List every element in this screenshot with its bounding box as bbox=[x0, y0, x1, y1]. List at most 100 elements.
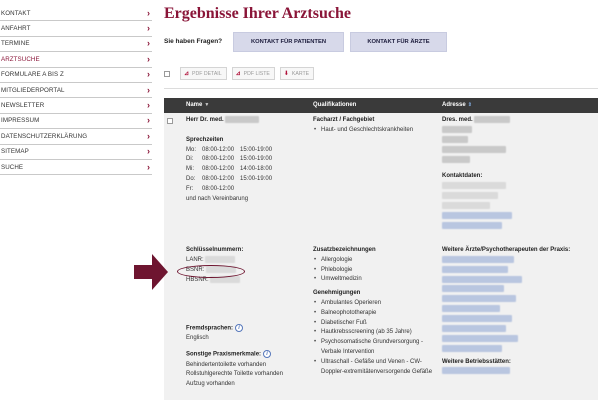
redacted-link[interactable] bbox=[442, 344, 502, 352]
redacted-link[interactable] bbox=[442, 305, 500, 313]
column-header-adresse[interactable]: Adresse ⇕ bbox=[442, 102, 472, 108]
sidebar-item-suche[interactable]: SUCHE › bbox=[0, 160, 152, 176]
sidebar-item-impressum[interactable]: IMPRESSUM › bbox=[0, 114, 152, 130]
schluessel-label: Schlüsselnummern: bbox=[186, 247, 244, 253]
sprechzeiten-label: Sprechzeiten bbox=[186, 136, 224, 143]
sidebar-item-label: SITEMAP bbox=[1, 148, 29, 156]
time: 15:00-19:00 bbox=[240, 176, 273, 183]
contact-patients-button[interactable]: KONTAKT FÜR PATIENTEN bbox=[233, 32, 344, 52]
redacted-link[interactable] bbox=[442, 285, 504, 293]
list-item: Umweltmedizin bbox=[313, 275, 435, 285]
list-item: Allergologie bbox=[313, 256, 435, 266]
column-header-label: Adresse bbox=[442, 102, 466, 108]
time: 08:00-12:00 bbox=[202, 146, 235, 153]
map-pin-icon: ⬇ bbox=[283, 71, 289, 77]
karte-label: KARTE bbox=[291, 70, 310, 77]
karte-button[interactable]: ⬇ KARTE bbox=[279, 67, 315, 80]
redacted-link[interactable] bbox=[442, 367, 510, 375]
sidebar-item-newsletter[interactable]: NEWSLETTER › bbox=[0, 98, 152, 114]
redacted-text bbox=[225, 116, 260, 123]
pdf-detail-button[interactable]: ⊿ PDF DETAIL bbox=[180, 67, 227, 80]
table-row: Di: 08:00-12:00 15:00-19:00 bbox=[186, 155, 278, 165]
redacted-text bbox=[442, 182, 506, 190]
time bbox=[240, 185, 278, 195]
zusatz-list: Allergologie Phlebologie Umweltmedizin bbox=[313, 256, 435, 285]
zusatz-block: Zusatzbezeichnungen Allergologie Phlebol… bbox=[313, 246, 435, 377]
chevron-right-icon: › bbox=[147, 53, 150, 64]
facharzt-label: Facharzt / Fachgebiet bbox=[313, 117, 375, 123]
sidebar-item-mitgliederportal[interactable]: MITGLIEDERPORTAL › bbox=[0, 83, 152, 99]
sidebar-item-label: TERMINE bbox=[1, 40, 30, 48]
pdf-liste-label: PDF LISTE bbox=[243, 70, 270, 77]
table-row: Mi: 08:00-12:00 14:00-18:00 bbox=[186, 165, 278, 175]
qualifikationen-column: Facharzt / Fachgebiet Haut- und Geschlec… bbox=[313, 116, 435, 136]
redacted-text bbox=[474, 116, 511, 123]
sidebar-item-label: SUCHE bbox=[1, 163, 24, 171]
time: 15:00-19:00 bbox=[240, 146, 273, 153]
info-icon[interactable]: i bbox=[235, 324, 244, 332]
doctor-column: Herr Dr. med. Sprechzeiten Mo: 08:00-12:0… bbox=[186, 116, 278, 204]
sidebar-item-datenschutz[interactable]: DATENSCHUTZERKLÄRUNG › bbox=[0, 129, 152, 145]
weitere-betrieb-label: Weitere Betriebsstätten: bbox=[442, 358, 511, 365]
fremdsprachen-block: Fremdsprachen: i Englisch Sonstige Praxis… bbox=[186, 324, 283, 390]
chevron-right-icon: › bbox=[147, 130, 150, 141]
chevron-right-icon: › bbox=[147, 23, 150, 34]
redacted-link[interactable] bbox=[442, 211, 512, 219]
redacted-link[interactable] bbox=[442, 324, 506, 332]
redacted-link[interactable] bbox=[442, 265, 508, 273]
pdf-liste-button[interactable]: ⊿ PDF LISTE bbox=[231, 67, 275, 80]
day: Di: bbox=[186, 156, 194, 163]
column-header-qualifikationen: Qualifikationen bbox=[313, 102, 357, 108]
sidebar-item-arztsuche[interactable]: ARZTSUCHE › bbox=[0, 52, 152, 68]
sidebar-item-formulare[interactable]: FORMULARE A BIS Z › bbox=[0, 68, 152, 83]
chevron-right-icon: › bbox=[147, 161, 150, 172]
results-table: Name ▼ Qualifikationen Adresse ⇕ Herr Dr. … bbox=[164, 98, 598, 400]
sidebar-item-anfahrt[interactable]: ANFAHRT › bbox=[0, 21, 152, 37]
doctor-name: Herr Dr. med. bbox=[186, 117, 224, 124]
time: 08:00-12:00 bbox=[202, 156, 235, 163]
annotation-ellipse bbox=[177, 265, 245, 278]
redacted-link[interactable] bbox=[442, 221, 502, 229]
redacted-link[interactable] bbox=[442, 255, 514, 263]
redacted-text bbox=[442, 125, 472, 133]
list-item: Diabetischer Fuß bbox=[313, 319, 435, 329]
contact-doctors-button[interactable]: KONTAKT FÜR ÄRZTE bbox=[350, 32, 447, 52]
day: Mo: bbox=[186, 146, 197, 153]
redacted-link[interactable] bbox=[442, 275, 522, 283]
genehmigungen-list: Ambulantes Operieren Balneophototherapie… bbox=[313, 299, 435, 377]
zusatz-label: Zusatzbezeichnungen bbox=[313, 247, 376, 253]
info-icon[interactable]: i bbox=[263, 350, 272, 359]
select-all-checkbox[interactable] bbox=[164, 70, 170, 77]
list-item: Haut- und Geschlechtskrankheiten bbox=[313, 126, 435, 136]
questions-label: Sie haben Fragen? bbox=[164, 38, 223, 45]
row-checkbox[interactable] bbox=[167, 118, 173, 124]
adresse-name: Dres. med. bbox=[442, 117, 473, 124]
redacted-text bbox=[442, 201, 490, 209]
pdf-detail-label: PDF DETAIL bbox=[192, 70, 222, 77]
lanr-label: LANR: bbox=[186, 256, 204, 263]
time: 08:00-12:00 bbox=[202, 176, 235, 183]
weitere-aerzte-block: Weitere Ärzte/Psychotherapeuten der Prax… bbox=[442, 246, 592, 377]
redacted-link[interactable] bbox=[442, 315, 512, 323]
list-item: Rollstuhlgerechte Toilette vorhanden bbox=[186, 371, 283, 378]
fremdsprachen-label: Fremdsprachen: bbox=[186, 325, 234, 332]
page-title: Ergebnisse Ihrer Arztsuche bbox=[164, 5, 351, 22]
divider bbox=[164, 88, 598, 89]
redacted-link[interactable] bbox=[442, 295, 516, 303]
day: Fr: bbox=[186, 185, 194, 192]
chevron-right-icon: › bbox=[147, 100, 150, 111]
chevron-right-icon: › bbox=[147, 84, 150, 95]
list-item: Behindertentoilette vorhanden bbox=[186, 361, 267, 368]
chevron-right-icon: › bbox=[147, 146, 150, 157]
list-item: Phlebologie bbox=[313, 266, 435, 276]
list-item: Psychosomatische Grundversorgung - Verba… bbox=[313, 338, 435, 358]
table-row: Mo: 08:00-12:00 15:00-19:00 bbox=[186, 146, 278, 156]
sidebar-item-kontakt[interactable]: KONTAKT › bbox=[0, 6, 152, 22]
sidebar-item-termine[interactable]: TERMINE › bbox=[0, 37, 152, 53]
time: 08:00-12:00 bbox=[202, 185, 235, 192]
redacted-link[interactable] bbox=[442, 334, 518, 342]
sidebar-nav: KONTAKT › ANFAHRT › TERMINE › ARZTSUCHE › FO… bbox=[0, 6, 152, 176]
sidebar-item-sitemap[interactable]: SITEMAP › bbox=[0, 145, 152, 160]
column-header-name[interactable]: Name ▼ bbox=[186, 102, 209, 108]
sidebar-item-label: FORMULARE A BIS Z bbox=[1, 71, 64, 79]
